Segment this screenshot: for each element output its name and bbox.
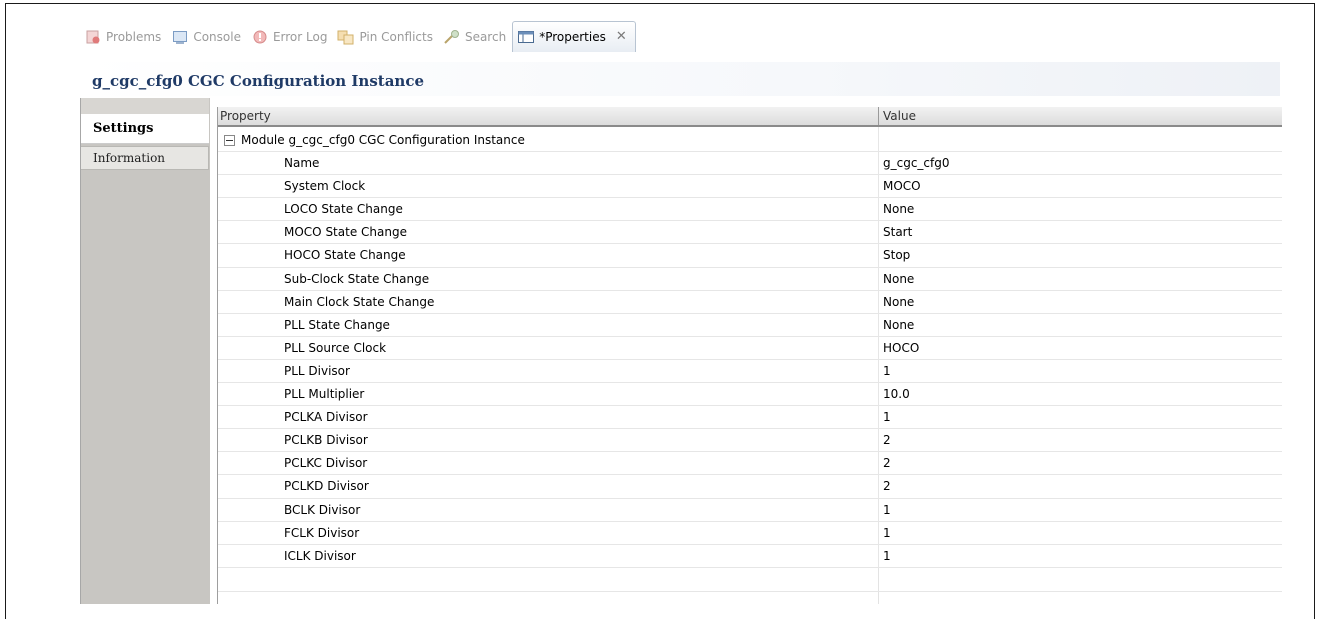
table-row[interactable]: Sub-Clock State Change None [218, 267, 1282, 291]
tab-console-label: Console [193, 30, 241, 44]
pin-conflicts-icon [337, 28, 355, 46]
console-icon [171, 28, 189, 46]
property-name: PCLKA Divisor [284, 410, 368, 425]
tab-console[interactable]: Console [167, 24, 247, 50]
property-name: FCLK Divisor [284, 525, 360, 540]
table-row[interactable]: PLL State Change None [218, 313, 1282, 337]
property-value[interactable]: 2 [878, 452, 1278, 475]
table-row[interactable]: Name g_cgc_cfg0 [218, 152, 1282, 176]
view-tab-bar: Problems Console Error Log Pin Conflicts… [80, 20, 636, 54]
property-value[interactable]: 1 [878, 406, 1278, 429]
property-name: LOCO State Change [284, 202, 403, 217]
collapse-icon[interactable] [224, 134, 235, 146]
property-value[interactable]: None [878, 313, 1278, 336]
property-value[interactable]: 1 [878, 521, 1278, 544]
property-value[interactable]: MOCO [878, 175, 1278, 198]
properties-icon [517, 28, 535, 46]
property-name: PCLKB Divisor [284, 433, 368, 448]
table-row[interactable]: HOCO State Change Stop [218, 244, 1282, 268]
table-row[interactable]: FCLK Divisor 1 [218, 521, 1282, 545]
tab-problems-label: Problems [106, 30, 162, 44]
table-header: Property Value [218, 107, 1282, 127]
property-value[interactable]: Stop [878, 244, 1278, 267]
problems-icon [84, 28, 102, 46]
side-tab-information[interactable]: Information [81, 146, 209, 170]
property-value[interactable]: Start [878, 221, 1278, 244]
property-name: PLL Source Clock [284, 340, 387, 355]
property-value[interactable]: None [878, 267, 1278, 290]
property-value[interactable]: None [878, 290, 1278, 313]
property-name: ICLK Divisor [284, 548, 356, 563]
column-header-property[interactable]: Property [220, 107, 876, 125]
table-row[interactable]: LOCO State Change None [218, 198, 1282, 222]
tab-error-log-label: Error Log [272, 30, 328, 44]
table-row[interactable]: PCLKA Divisor 1 [218, 406, 1282, 430]
table-row[interactable]: PLL Divisor 1 [218, 359, 1282, 384]
property-value[interactable]: 2 [878, 475, 1278, 498]
property-name: PLL State Change [284, 317, 390, 332]
error-log-icon [251, 28, 269, 46]
tab-properties-label: *Properties [539, 29, 606, 44]
page-title: g_cgc_cfg0 CGC Configuration Instance [92, 72, 425, 90]
property-value[interactable]: 1 [878, 359, 1278, 383]
tab-pin-conflicts-label: Pin Conflicts [359, 30, 433, 44]
module-label: Module g_cgc_cfg0 CGC Configuration Inst… [241, 133, 525, 148]
table-row[interactable]: ICLK Divisor 1 [218, 544, 1282, 568]
table-row[interactable]: PLL Multiplier 10.0 [218, 383, 1282, 407]
property-name: Main Clock State Change [284, 294, 435, 309]
empty-row [218, 568, 1282, 592]
table-row[interactable]: PCLKB Divisor 2 [218, 429, 1282, 453]
tab-properties[interactable]: *Properties ✕ [512, 20, 636, 52]
close-icon[interactable]: ✕ [616, 29, 627, 44]
property-value[interactable]: 10.0 [878, 383, 1278, 406]
property-name: PLL Multiplier [284, 387, 365, 402]
tab-pin-conflicts[interactable]: Pin Conflicts [333, 24, 439, 50]
side-tab-header [81, 98, 209, 115]
property-value[interactable]: 1 [878, 544, 1278, 567]
property-value[interactable]: 1 [878, 498, 1278, 521]
module-row[interactable]: Module g_cgc_cfg0 CGC Configuration Inst… [218, 129, 1282, 153]
property-value[interactable]: g_cgc_cfg0 [878, 152, 1278, 175]
side-tab-panel: Settings Information [80, 98, 210, 604]
property-name: PCLKD Divisor [284, 479, 369, 494]
table-row[interactable]: System Clock MOCO [218, 175, 1282, 199]
property-name: PCLKC Divisor [284, 456, 368, 471]
property-name: HOCO State Change [284, 248, 406, 263]
property-name: MOCO State Change [284, 225, 407, 240]
table-body: Module g_cgc_cfg0 CGC Configuration Inst… [218, 129, 1282, 592]
table-row[interactable]: PCLKD Divisor 2 [218, 475, 1282, 499]
table-row[interactable]: BCLK Divisor 1 [218, 498, 1282, 522]
tab-problems[interactable]: Problems [80, 24, 167, 50]
tab-error-log[interactable]: Error Log [247, 24, 334, 50]
tab-search-label: Search [464, 30, 507, 44]
table-row[interactable]: PLL Source Clock HOCO [218, 336, 1282, 360]
properties-table: Property Value Module g_cgc_cfg0 CGC Con… [217, 107, 1282, 604]
table-row[interactable]: MOCO State Change Start [218, 221, 1282, 245]
property-name: Name [284, 156, 320, 171]
property-name: BCLK Divisor [284, 502, 361, 517]
property-name: System Clock [284, 179, 366, 194]
search-icon [443, 28, 461, 46]
property-name: PLL Divisor [284, 363, 350, 378]
property-name: Sub-Clock State Change [284, 271, 430, 286]
property-value[interactable]: 2 [878, 429, 1278, 452]
property-value[interactable]: None [878, 198, 1278, 221]
property-value[interactable]: HOCO [878, 336, 1278, 359]
table-row[interactable]: PCLKC Divisor 2 [218, 452, 1282, 476]
side-tab-settings[interactable]: Settings [81, 114, 209, 144]
table-row[interactable]: Main Clock State Change None [218, 290, 1282, 314]
column-header-value[interactable]: Value [878, 107, 1278, 125]
tab-search[interactable]: Search [439, 24, 512, 50]
